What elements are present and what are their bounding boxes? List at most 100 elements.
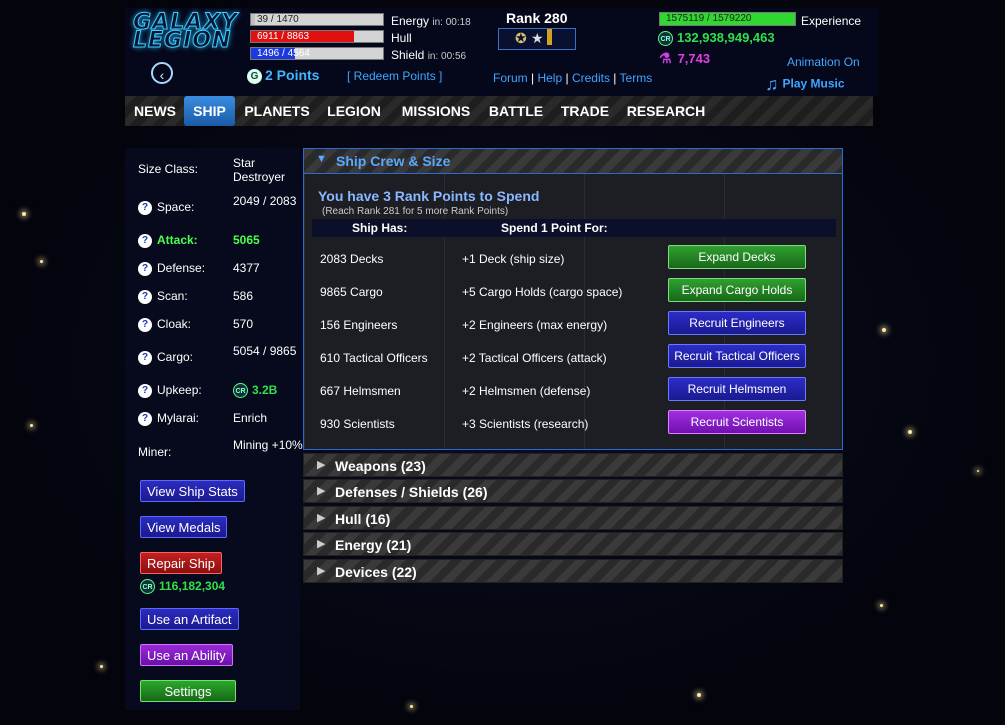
expand-decks-button[interactable]: Expand Decks xyxy=(668,245,806,269)
shield-bar: 1496 / 4564 xyxy=(250,47,384,60)
table-row: 930 Scientists +3 Scientists (research) R… xyxy=(304,409,844,442)
help-question-icon[interactable]: ? xyxy=(138,411,152,426)
top-links: Forum | Help | Credits | Terms xyxy=(493,71,653,85)
hull-label: Hull xyxy=(391,31,412,45)
hull-bar: 6911 / 8863 xyxy=(250,30,384,43)
help-question-icon[interactable]: ? xyxy=(138,289,152,304)
stat-row-scan: ? Scan: 586 xyxy=(138,289,253,304)
star xyxy=(882,328,886,332)
help-question-icon[interactable]: ? xyxy=(138,317,152,332)
recruit-tactical-officers-button[interactable]: Recruit Tactical Officers xyxy=(668,344,806,368)
repair-ship-button[interactable]: Repair Ship xyxy=(140,552,222,574)
credits-icon: CR xyxy=(658,31,673,47)
col-spend-point: Spend 1 Point For: xyxy=(501,221,608,235)
view-medals-button[interactable]: View Medals xyxy=(140,516,228,538)
help-question-icon[interactable]: ? xyxy=(138,383,152,398)
help-question-icon[interactable]: ? xyxy=(138,233,152,248)
miner-value: Mining +10% xyxy=(233,438,303,452)
star xyxy=(880,604,883,607)
game-logo[interactable]: GALAXY LEGION xyxy=(133,11,245,52)
star xyxy=(40,260,43,263)
table-row: 2083 Decks +1 Deck (ship size) Expand Dec… xyxy=(304,244,844,277)
back-arrow-icon[interactable]: ‹ xyxy=(151,62,173,84)
rank-bar-icon xyxy=(547,29,552,45)
energy-bar-text: 39 / 1470 xyxy=(257,14,299,25)
stat-row-attack: ? Attack: 5065 xyxy=(138,233,260,248)
stat-value-defense: 4377 xyxy=(233,261,260,275)
stat-row-defense: ? Defense: 4377 xyxy=(138,261,260,276)
terms-link[interactable]: Terms xyxy=(620,71,653,85)
star xyxy=(977,470,979,472)
nav-planets[interactable]: PLANETS xyxy=(239,96,315,126)
energy-timer: in: 00:18 xyxy=(432,17,471,28)
star xyxy=(697,693,701,697)
nav-research[interactable]: RESEARCH xyxy=(623,96,709,126)
rank-label: Rank 280 xyxy=(506,10,568,26)
energy-label: Energy in: 00:18 xyxy=(391,14,471,28)
section-devices[interactable]: ▶ Devices (22) xyxy=(303,559,843,583)
table-row: 156 Engineers +2 Engineers (max energy) R… xyxy=(304,310,844,343)
star xyxy=(22,212,26,216)
nav-legion[interactable]: LEGION xyxy=(321,96,387,126)
animation-toggle[interactable]: Animation On xyxy=(787,55,860,69)
nav-trade[interactable]: TRADE xyxy=(557,96,613,126)
settings-button[interactable]: Settings xyxy=(140,680,236,702)
miner-label: Miner: xyxy=(138,445,172,459)
recruit-helmsmen-button[interactable]: Recruit Helmsmen xyxy=(668,377,806,401)
stat-value-mylarai: Enrich xyxy=(233,411,268,425)
rank-points-subtitle: (Reach Rank 281 for 5 more Rank Points) xyxy=(322,206,509,217)
chevron-right-icon: ▶ xyxy=(317,459,326,471)
recruit-scientists-button[interactable]: Recruit Scientists xyxy=(668,410,806,434)
recruit-engineers-button[interactable]: Recruit Engineers xyxy=(668,311,806,335)
redeem-points-link[interactable]: [ Redeem Points ] xyxy=(347,69,442,83)
chevron-right-icon: ▶ xyxy=(317,512,326,524)
nav-battle[interactable]: BATTLE xyxy=(485,96,547,126)
table-row: 667 Helmsmen +2 Helmsmen (defense) Recrui… xyxy=(304,376,844,409)
ship-crew-panel: ▼ Ship Crew & Size You have 3 Rank Point… xyxy=(303,148,843,450)
play-music-button[interactable]: ♫ Play Music xyxy=(765,74,845,95)
section-energy[interactable]: ▶ Energy (21) xyxy=(303,532,843,556)
expand-cargo-holds-button[interactable]: Expand Cargo Holds xyxy=(668,278,806,302)
energy-bar: 39 / 1470 xyxy=(250,13,384,26)
table-row: 9865 Cargo +5 Cargo Holds (cargo space) E… xyxy=(304,277,844,310)
nav-ship[interactable]: SHIP xyxy=(184,96,235,126)
size-class-label: Size Class: xyxy=(138,162,199,176)
chevron-right-icon: ▶ xyxy=(317,565,326,577)
star xyxy=(30,424,33,427)
use-ability-button[interactable]: Use an Ability xyxy=(140,644,233,666)
nav-news[interactable]: NEWS xyxy=(127,96,183,126)
section-weapons[interactable]: ▶ Weapons (23) xyxy=(303,453,843,477)
nav-missions[interactable]: MISSIONS xyxy=(395,96,477,126)
main-nav: NEWS SHIP PLANETS LEGION MISSIONS BATTLE… xyxy=(125,96,873,126)
help-question-icon[interactable]: ? xyxy=(138,200,152,215)
experience-label: Experience xyxy=(801,14,862,28)
panel-body: You have 3 Rank Points to Spend (Reach R… xyxy=(304,174,842,449)
hull-bar-text: 6911 / 8863 xyxy=(257,31,310,42)
stat-row-space: ? Space: 2049 / 2083 xyxy=(138,194,296,215)
view-ship-stats-button[interactable]: View Ship Stats xyxy=(140,480,245,502)
miner-row: Miner: Mining +10% xyxy=(138,438,303,459)
stat-row-upkeep: ? Upkeep: CR 3.2B xyxy=(138,383,277,399)
credits-link[interactable]: Credits xyxy=(572,71,610,85)
chevron-right-icon: ▶ xyxy=(317,485,326,497)
help-question-icon[interactable]: ? xyxy=(138,261,152,276)
use-artifact-button[interactable]: Use an Artifact xyxy=(140,608,239,630)
stat-value-attack: 5065 xyxy=(233,233,260,247)
rank-star-icon: ★ xyxy=(531,30,544,46)
forum-link[interactable]: Forum xyxy=(493,71,528,85)
stat-value-cargo: 5054 / 9865 xyxy=(233,344,297,358)
size-class-value: Star Destroyer xyxy=(233,156,286,184)
panel-title: Ship Crew & Size xyxy=(336,153,451,169)
stat-row-mylarai: ? Mylarai: Enrich xyxy=(138,411,267,426)
help-question-icon[interactable]: ? xyxy=(138,350,152,365)
stat-value-cloak: 570 xyxy=(233,317,254,331)
section-hull[interactable]: ▶ Hull (16) xyxy=(303,506,843,530)
panel-header[interactable]: ▼ Ship Crew & Size xyxy=(304,149,842,174)
stat-row-cargo: ? Cargo: 5054 / 9865 xyxy=(138,344,296,365)
section-defenses-shields[interactable]: ▶ Defenses / Shields (26) xyxy=(303,479,843,503)
help-link[interactable]: Help xyxy=(537,71,562,85)
rank-insignia: ✪ ★ xyxy=(498,28,576,50)
stat-row-cloak: ? Cloak: 570 xyxy=(138,317,253,332)
credits-icon: CR xyxy=(140,579,155,595)
table-header: Ship Has: Spend 1 Point For: xyxy=(312,219,836,237)
